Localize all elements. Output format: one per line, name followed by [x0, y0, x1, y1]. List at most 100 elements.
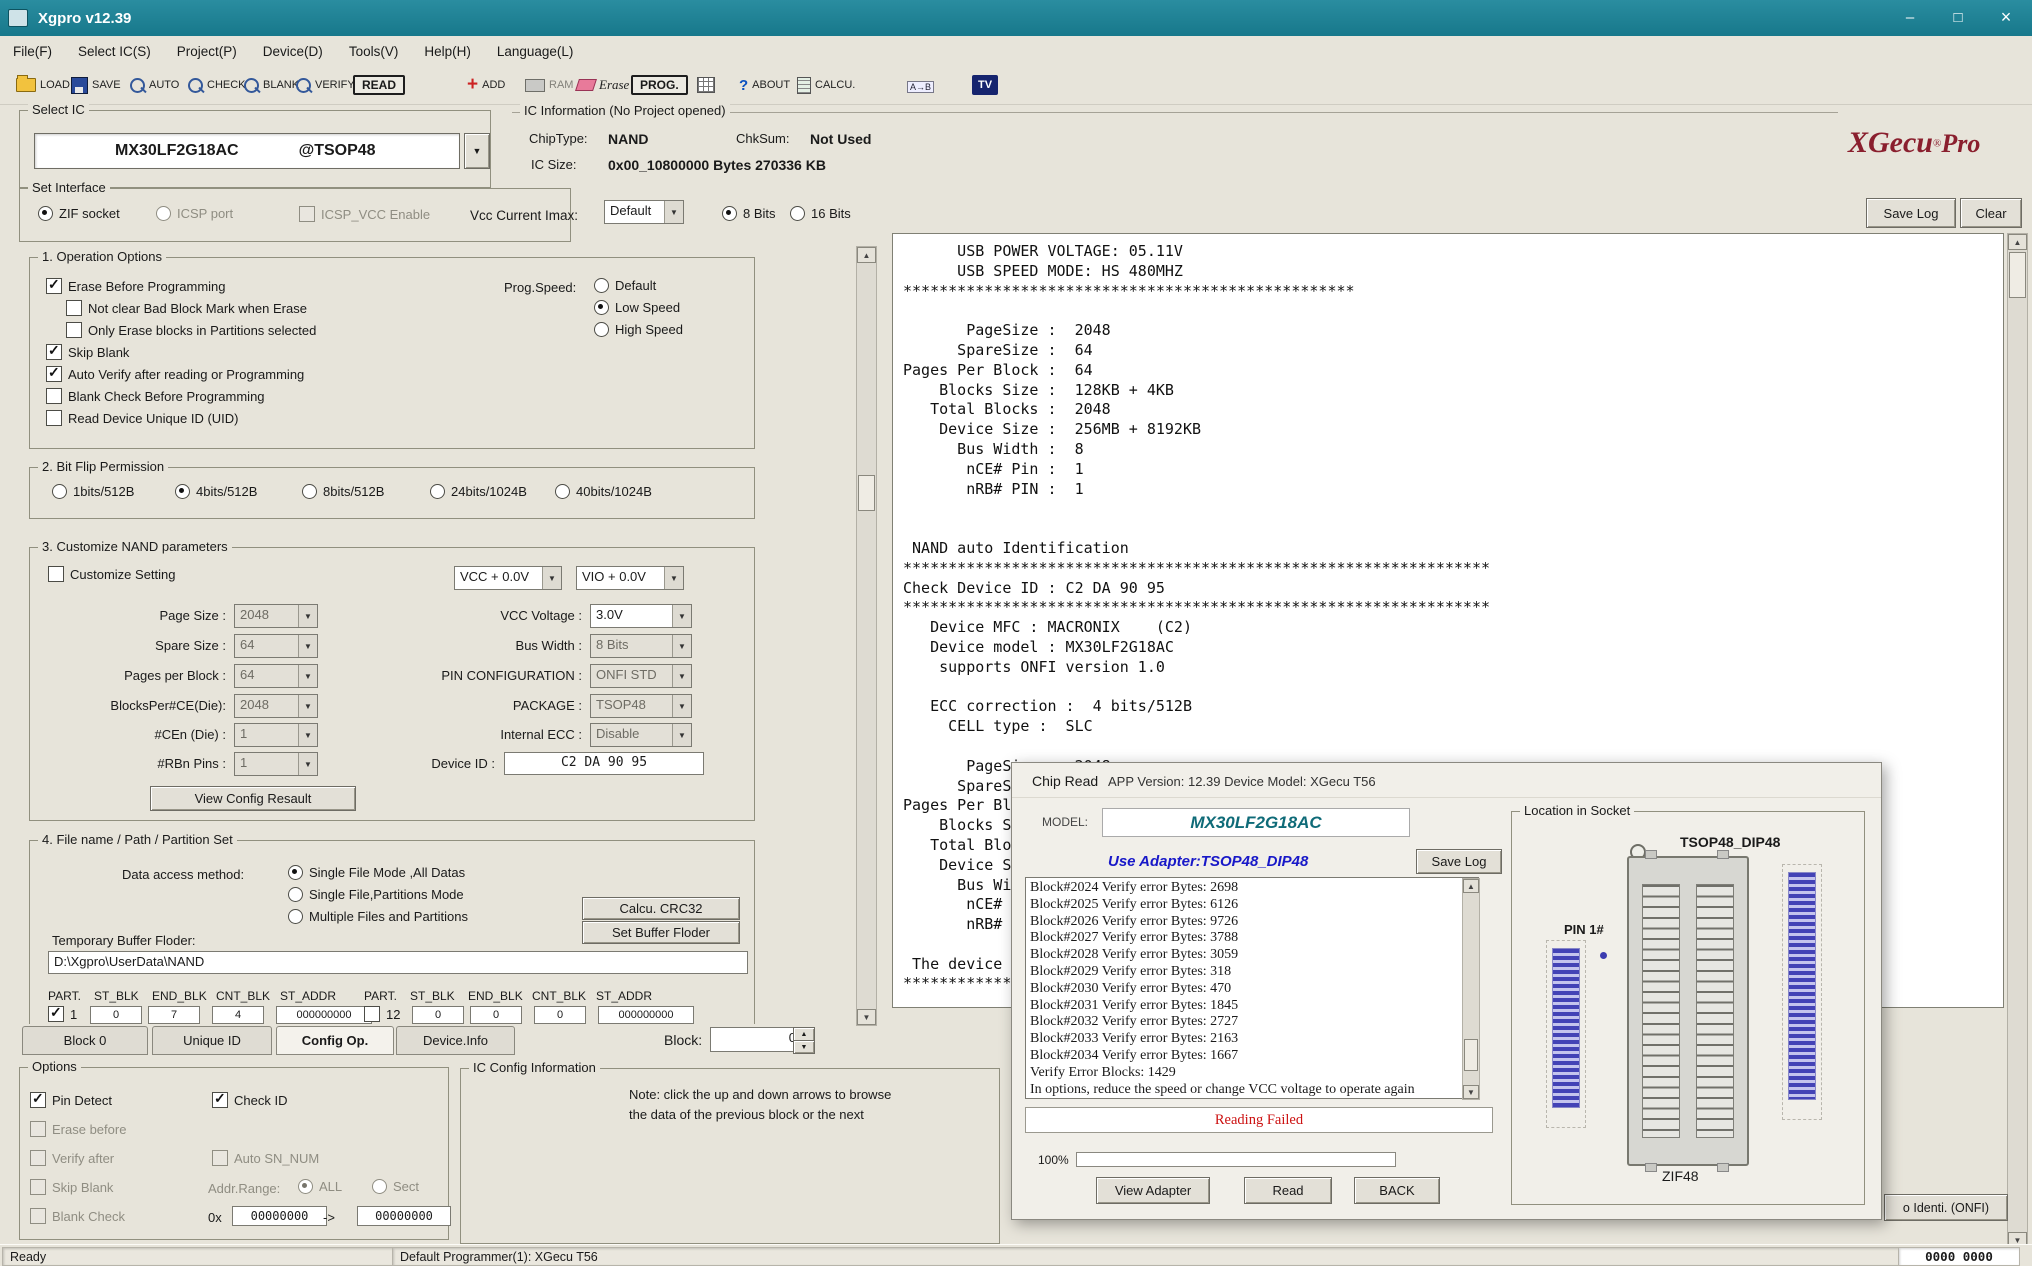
st-addr-field[interactable]: 000000000 — [276, 1006, 372, 1024]
st-addr-field[interactable]: 000000000 — [598, 1006, 694, 1024]
clear-button[interactable]: Clear — [1960, 198, 2022, 228]
vcc-imax-dropdown[interactable]: Default — [604, 200, 684, 224]
radio-40bits[interactable]: 40bits/1024B — [555, 484, 652, 499]
buffer-grid-button[interactable] — [697, 71, 715, 99]
checkbox-only-erase-partitions[interactable]: Only Erase blocks in Partitions selected — [66, 322, 316, 338]
read-button-dialog[interactable]: Read — [1244, 1177, 1332, 1204]
maximize-button[interactable] — [1938, 4, 1978, 31]
addr-to-field[interactable]: 00000000 — [357, 1206, 451, 1226]
radio-1bits[interactable]: 1bits/512B — [52, 484, 134, 499]
checkbox-check-id[interactable]: Check ID — [212, 1092, 287, 1108]
internal-ecc-dropdown[interactable]: Disable — [590, 723, 692, 747]
vio-adjust-dropdown[interactable]: VIO + 0.0V — [576, 566, 684, 590]
checkbox-erase-before-programming[interactable]: Erase Before Programming — [46, 278, 226, 294]
radio-8-bits[interactable]: 8 Bits — [722, 206, 776, 221]
checkbox-icsp-vcc[interactable]: ICSP_VCC Enable — [299, 206, 430, 222]
scroll-up-icon[interactable] — [2008, 234, 2027, 250]
radio-single-file-partitions[interactable]: Single File,Partitions Mode — [288, 887, 464, 902]
blank-button[interactable]: BLANK — [244, 71, 299, 99]
tab-block0[interactable]: Block 0 — [22, 1026, 148, 1055]
dialog-save-log-button[interactable]: Save Log — [1416, 849, 1502, 874]
blocks-per-ce-dropdown[interactable]: 2048 — [234, 694, 318, 718]
prog-button[interactable]: PROG. — [631, 71, 688, 99]
radio-8bits[interactable]: 8bits/512B — [302, 484, 384, 499]
verify-button[interactable]: VERIFY — [296, 71, 355, 99]
cnt-blk-field[interactable]: 4 — [212, 1006, 264, 1024]
scroll-down-icon[interactable] — [1463, 1085, 1479, 1099]
ic-combo-dropdown-button[interactable]: ▼ — [464, 133, 490, 169]
view-config-result-button[interactable]: View Config Resault — [150, 786, 356, 811]
bus-width-dropdown[interactable]: 8 Bits — [590, 634, 692, 658]
st-blk-field[interactable]: 0 — [412, 1006, 464, 1024]
menu-project[interactable]: Project(P) — [164, 40, 250, 63]
save-button[interactable]: SAVE — [71, 71, 121, 99]
checkbox-verify-after[interactable]: Verify after — [30, 1150, 114, 1166]
verify-error-list[interactable]: Block#2024 Verify error Bytes: 2698Block… — [1025, 877, 1479, 1099]
end-blk-field[interactable]: 7 — [148, 1006, 200, 1024]
ram-button[interactable]: RAM — [525, 71, 573, 99]
auto-button[interactable]: AUTO — [130, 71, 179, 99]
read-button[interactable]: READ — [353, 71, 405, 99]
tv-button[interactable]: TV — [972, 71, 998, 99]
spare-size-dropdown[interactable]: 64 — [234, 634, 318, 658]
menu-tools[interactable]: Tools(V) — [336, 40, 412, 63]
auto-identify-onfi-button[interactable]: o Identi. (ONFI) — [1884, 1194, 2008, 1221]
menu-select-ic[interactable]: Select IC(S) — [65, 40, 164, 63]
scroll-thumb[interactable] — [858, 475, 875, 511]
menu-help[interactable]: Help(H) — [411, 40, 484, 63]
radio-single-file-all[interactable]: Single File Mode ,All Datas — [288, 865, 465, 880]
page-size-dropdown[interactable]: 2048 — [234, 604, 318, 628]
radio-4bits[interactable]: 4bits/512B — [175, 484, 257, 499]
tab-unique-id[interactable]: Unique ID — [152, 1026, 272, 1055]
partition-row-12-checkbox[interactable]: 12 — [364, 1006, 400, 1022]
checkbox-read-uid[interactable]: Read Device Unique ID (UID) — [46, 410, 239, 426]
set-buffer-folder-button[interactable]: Set Buffer Floder — [582, 921, 740, 944]
menu-file[interactable]: File(F) — [0, 40, 65, 63]
load-button[interactable]: LOAD — [16, 71, 70, 99]
radio-24bits[interactable]: 24bits/1024B — [430, 484, 527, 499]
checkbox-auto-sn[interactable]: Auto SN_NUM — [212, 1150, 319, 1166]
erase-button[interactable]: Erase — [577, 71, 629, 99]
st-blk-field[interactable]: 0 — [90, 1006, 142, 1024]
block-spinner-field[interactable]: 0 — [710, 1027, 802, 1052]
scroll-up-icon[interactable] — [857, 247, 876, 263]
rbn-pins-dropdown[interactable]: 1 — [234, 752, 318, 776]
end-blk-field[interactable]: 0 — [470, 1006, 522, 1024]
tab-device-info[interactable]: Device.Info — [396, 1026, 515, 1055]
radio-multiple-files[interactable]: Multiple Files and Partitions — [288, 909, 468, 924]
checkbox-skip-blank-opt[interactable]: Skip Blank — [30, 1179, 113, 1195]
pin-configuration-dropdown[interactable]: ONFI STD — [590, 664, 692, 688]
temp-buffer-path-field[interactable]: D:\Xgpro\UserData\NAND — [48, 951, 748, 974]
checkbox-not-clear-bad-block[interactable]: Not clear Bad Block Mark when Erase — [66, 300, 307, 316]
minimize-button[interactable] — [1890, 4, 1930, 31]
scroll-thumb[interactable] — [2009, 252, 2026, 298]
radio-addr-sect[interactable]: Sect — [372, 1179, 419, 1194]
close-button[interactable] — [1986, 4, 2026, 31]
checkbox-auto-verify[interactable]: Auto Verify after reading or Programming — [46, 366, 304, 382]
checkbox-pin-detect[interactable]: Pin Detect — [30, 1092, 112, 1108]
partition-row-1-checkbox[interactable]: 1 — [48, 1006, 77, 1022]
ic-select-combo[interactable]: MX30LF2G18AC @TSOP48 — [34, 133, 460, 169]
checkbox-blank-check-before[interactable]: Blank Check Before Programming — [46, 388, 265, 404]
back-button[interactable]: BACK — [1354, 1177, 1440, 1204]
scroll-thumb[interactable] — [1464, 1039, 1478, 1071]
scroll-up-icon[interactable] — [1463, 879, 1479, 893]
calculator-button[interactable]: CALCU. — [797, 71, 855, 99]
menu-device[interactable]: Device(D) — [250, 40, 336, 63]
menu-language[interactable]: Language(L) — [484, 40, 587, 63]
radio-speed-default[interactable]: Default — [594, 278, 656, 293]
ab-compare-button[interactable] — [907, 71, 934, 99]
view-adapter-button[interactable]: View Adapter — [1096, 1177, 1210, 1204]
device-id-field[interactable]: C2 DA 90 95 — [504, 752, 704, 775]
cen-die-dropdown[interactable]: 1 — [234, 723, 318, 747]
addr-from-field[interactable]: 00000000 — [232, 1206, 327, 1226]
checkbox-customize-setting[interactable]: Customize Setting — [48, 566, 176, 582]
package-dropdown[interactable]: TSOP48 — [590, 694, 692, 718]
checkbox-blank-check-opt[interactable]: Blank Check — [30, 1208, 125, 1224]
radio-speed-high[interactable]: High Speed — [594, 322, 683, 337]
checkbox-skip-blank[interactable]: Skip Blank — [46, 344, 129, 360]
pages-per-block-dropdown[interactable]: 64 — [234, 664, 318, 688]
console-scrollbar[interactable] — [2007, 233, 2028, 1249]
check-button[interactable]: CHECK — [188, 71, 246, 99]
vcc-voltage-dropdown[interactable]: 3.0V — [590, 604, 692, 628]
